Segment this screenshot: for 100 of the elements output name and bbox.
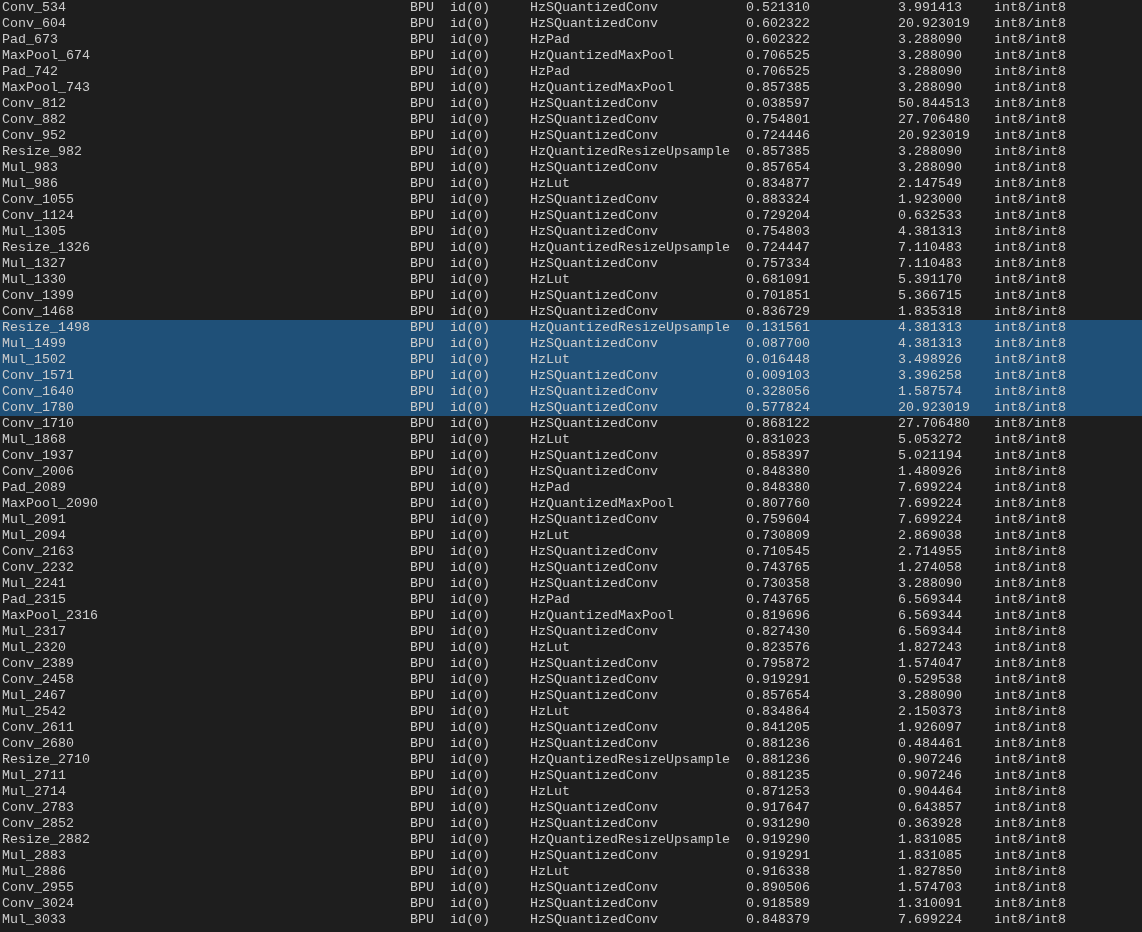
table-cell: BPU <box>410 544 434 560</box>
table-cell: BPU <box>410 528 434 544</box>
table-cell: Resize_2710 <box>2 752 90 768</box>
table-cell: 0.871253 <box>746 784 810 800</box>
table-cell: 0.904464 <box>898 784 962 800</box>
table-cell: int8/int8 <box>994 336 1066 352</box>
table-cell: 0.881236 <box>746 736 810 752</box>
table-cell: id(0) <box>450 192 490 208</box>
table-cell: id(0) <box>450 336 490 352</box>
table-cell: BPU <box>410 384 434 400</box>
table-cell: HzLut <box>530 784 570 800</box>
table-cell: 0.521310 <box>746 0 810 16</box>
table-cell: id(0) <box>450 864 490 880</box>
table-cell: Mul_2711 <box>2 768 66 784</box>
table-cell: HzSQuantizedConv <box>530 16 658 32</box>
table-cell: Conv_2852 <box>2 816 74 832</box>
table-cell: HzSQuantizedConv <box>530 624 658 640</box>
table-cell: HzSQuantizedConv <box>530 224 658 240</box>
table-cell: id(0) <box>450 624 490 640</box>
table-cell: BPU <box>410 640 434 656</box>
table-cell: Conv_882 <box>2 112 66 128</box>
table-cell: 0.743765 <box>746 560 810 576</box>
table-cell: 7.699224 <box>898 496 962 512</box>
table-cell: int8/int8 <box>994 176 1066 192</box>
table-cell: int8/int8 <box>994 896 1066 912</box>
table-cell: id(0) <box>450 832 490 848</box>
table-cell: int8/int8 <box>994 672 1066 688</box>
table-cell: HzLut <box>530 528 570 544</box>
table-cell: int8/int8 <box>994 800 1066 816</box>
table-cell: id(0) <box>450 32 490 48</box>
table-cell: HzQuantizedMaxPool <box>530 80 674 96</box>
table-cell: 0.819696 <box>746 608 810 624</box>
table-cell: 0.701851 <box>746 288 810 304</box>
table-cell: 1.835318 <box>898 304 962 320</box>
table-cell: Resize_1498 <box>2 320 90 336</box>
table-cell: HzLut <box>530 272 570 288</box>
table-cell: 0.857385 <box>746 144 810 160</box>
table-cell: int8/int8 <box>994 0 1066 16</box>
table-cell: HzSQuantizedConv <box>530 112 658 128</box>
table-cell: id(0) <box>450 784 490 800</box>
table-cell: Conv_1468 <box>2 304 74 320</box>
table-cell: HzSQuantizedConv <box>530 816 658 832</box>
table-cell: 3.288090 <box>898 80 962 96</box>
table-cell: BPU <box>410 0 434 16</box>
table-cell: Conv_1780 <box>2 400 74 416</box>
table-cell: BPU <box>410 224 434 240</box>
table-cell: 1.827243 <box>898 640 962 656</box>
table-cell: 7.110483 <box>898 240 962 256</box>
table-cell: 7.699224 <box>898 912 962 928</box>
table-cell: 0.931290 <box>746 816 810 832</box>
table-cell: int8/int8 <box>994 560 1066 576</box>
table-cell: BPU <box>410 736 434 752</box>
table-cell: 6.569344 <box>898 624 962 640</box>
table-cell: Conv_1055 <box>2 192 74 208</box>
table-cell: HzSQuantizedConv <box>530 208 658 224</box>
table-cell: 1.310091 <box>898 896 962 912</box>
table-cell: BPU <box>410 752 434 768</box>
table-cell: int8/int8 <box>994 688 1066 704</box>
table-cell: BPU <box>410 480 434 496</box>
table-cell: BPU <box>410 272 434 288</box>
table-cell: int8/int8 <box>994 384 1066 400</box>
table-cell: 3.991413 <box>898 0 962 16</box>
table-cell: BPU <box>410 576 434 592</box>
table-cell: HzSQuantizedConv <box>530 368 658 384</box>
table-cell: 6.569344 <box>898 608 962 624</box>
table-cell: int8/int8 <box>994 224 1066 240</box>
table-cell: int8/int8 <box>994 320 1066 336</box>
table-cell: int8/int8 <box>994 240 1066 256</box>
table-cell: Mul_2883 <box>2 848 66 864</box>
table-cell: BPU <box>410 256 434 272</box>
table-cell: Conv_2680 <box>2 736 74 752</box>
table-cell: id(0) <box>450 896 490 912</box>
table-cell: int8/int8 <box>994 432 1066 448</box>
table-cell: 0.602322 <box>746 16 810 32</box>
table-cell: Mul_986 <box>2 176 58 192</box>
table-cell: BPU <box>410 432 434 448</box>
table-cell: id(0) <box>450 448 490 464</box>
table-cell: 0.706525 <box>746 64 810 80</box>
table-cell: MaxPool_2090 <box>2 496 98 512</box>
table-cell: Mul_1502 <box>2 352 66 368</box>
table-cell: 3.288090 <box>898 32 962 48</box>
table-cell: id(0) <box>450 400 490 416</box>
table-cell: BPU <box>410 912 434 928</box>
table-cell: 0.857654 <box>746 160 810 176</box>
table-cell: int8/int8 <box>994 416 1066 432</box>
table-cell: HzLut <box>530 352 570 368</box>
table-cell: 0.754803 <box>746 224 810 240</box>
table-cell: BPU <box>410 624 434 640</box>
table-cell: id(0) <box>450 560 490 576</box>
table-cell: Mul_1305 <box>2 224 66 240</box>
table-cell: HzQuantizedResizeUpsample <box>530 240 730 256</box>
table-cell: 1.831085 <box>898 848 962 864</box>
table-cell: id(0) <box>450 432 490 448</box>
table-cell: 27.706480 <box>898 112 970 128</box>
table-cell: id(0) <box>450 160 490 176</box>
table-cell: 0.919290 <box>746 832 810 848</box>
table-cell: HzSQuantizedConv <box>530 512 658 528</box>
table-cell: 5.021194 <box>898 448 962 464</box>
table-cell: Conv_604 <box>2 16 66 32</box>
table-cell: id(0) <box>450 576 490 592</box>
